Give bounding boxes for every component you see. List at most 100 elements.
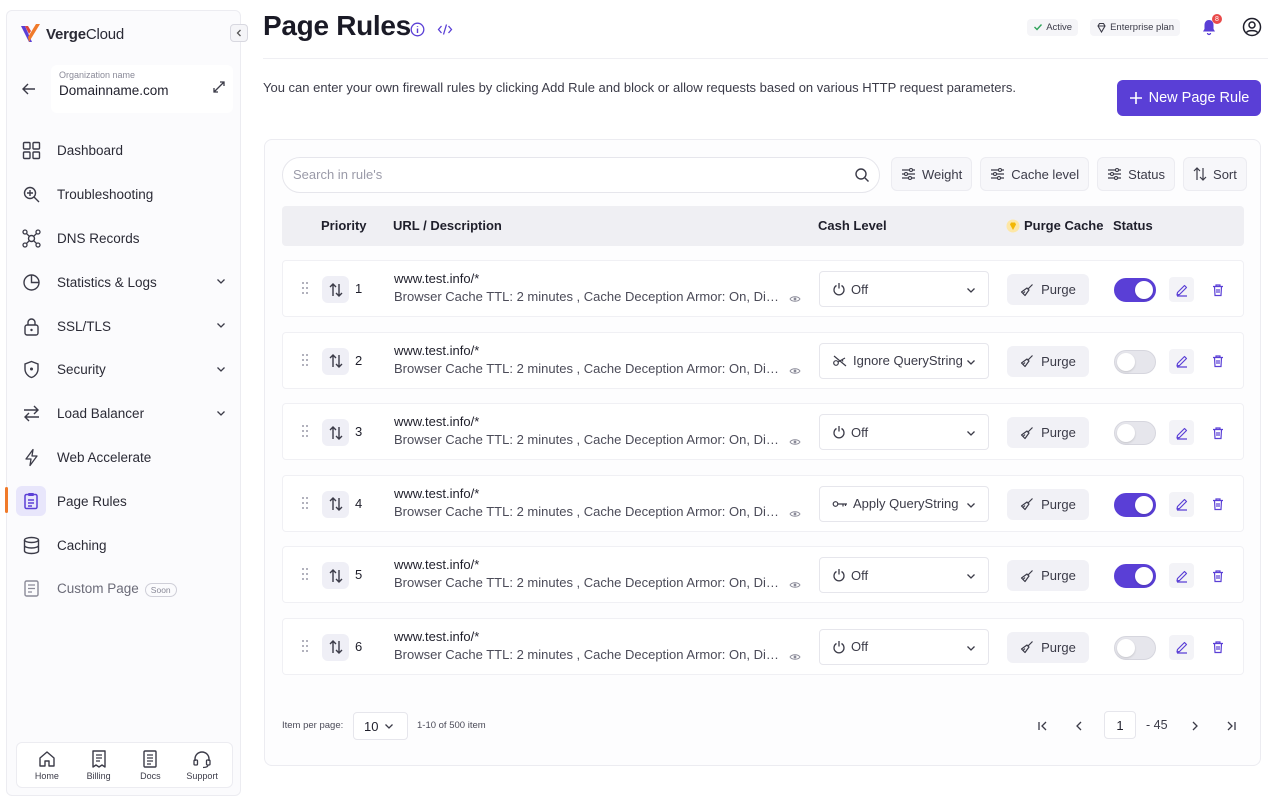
drag-handle-icon[interactable] <box>301 424 309 438</box>
edit-button[interactable] <box>1169 563 1194 588</box>
status-toggle[interactable] <box>1114 635 1156 660</box>
reorder-button[interactable] <box>322 490 349 518</box>
eye-icon[interactable] <box>789 295 801 303</box>
drag-handle-icon[interactable] <box>301 567 309 581</box>
purge-button[interactable]: Purge <box>1007 560 1089 591</box>
search-input[interactable] <box>293 167 833 182</box>
delete-button[interactable] <box>1205 635 1230 660</box>
last-page-button[interactable] <box>1219 714 1243 738</box>
sidebar-item-load-balancer[interactable]: Load Balancer <box>7 392 242 436</box>
sidebar-item-ssl-tls[interactable]: SSL/TLS <box>7 304 242 348</box>
drag-handle-icon[interactable] <box>301 639 309 653</box>
delete-button[interactable] <box>1205 563 1230 588</box>
eye-icon[interactable] <box>789 510 801 518</box>
column-cache-level[interactable]: Cash Level <box>818 218 887 233</box>
status-toggle[interactable] <box>1114 492 1156 517</box>
switch-organization-icon[interactable] <box>211 79 227 95</box>
search-box <box>282 157 880 193</box>
cache-level-select[interactable]: Off <box>819 628 989 665</box>
edit-button[interactable] <box>1169 348 1194 374</box>
purge-button[interactable]: Purge <box>1007 345 1089 377</box>
reorder-button[interactable] <box>322 347 349 375</box>
filter-cache-level-button[interactable]: Cache level <box>980 157 1090 191</box>
eye-icon[interactable] <box>789 581 801 589</box>
drag-handle-icon[interactable] <box>301 281 309 295</box>
back-button[interactable] <box>15 81 43 97</box>
brand-logo[interactable]: VergeCloud <box>19 22 124 46</box>
filter-weight-button[interactable]: Weight <box>891 157 973 191</box>
bottom-nav-support[interactable]: Support <box>177 749 227 781</box>
sidebar-item-dashboard[interactable]: Dashboard <box>7 129 242 173</box>
notifications-button[interactable]: 8 <box>1200 14 1222 36</box>
column-status[interactable]: Status <box>1113 218 1153 233</box>
sidebar-item-dns-records[interactable]: DNS Records <box>7 217 242 261</box>
column-url[interactable]: URL / Description <box>393 218 502 233</box>
reorder-button[interactable] <box>322 276 349 303</box>
purge-button[interactable]: Purge <box>1007 274 1089 305</box>
delete-button[interactable] <box>1205 420 1230 445</box>
bottom-nav-docs[interactable]: Docs <box>125 749 175 781</box>
column-purge-cache[interactable]: Purge Cache <box>1006 218 1103 233</box>
user-avatar[interactable] <box>1242 17 1262 37</box>
chevron-down-icon[interactable] <box>216 276 226 286</box>
code-icon[interactable] <box>437 22 453 37</box>
docs-icon <box>143 750 158 768</box>
eye-icon[interactable] <box>789 438 801 446</box>
status-toggle[interactable] <box>1114 421 1156 445</box>
next-page-button[interactable] <box>1183 714 1207 738</box>
cache-level-select[interactable]: Off <box>819 557 989 593</box>
bottom-nav-billing[interactable]: Billing <box>74 749 124 781</box>
previous-page-button[interactable] <box>1067 714 1091 738</box>
delete-button[interactable] <box>1205 492 1230 517</box>
filter-status-button[interactable]: Status <box>1097 157 1176 191</box>
check-icon <box>1034 24 1043 31</box>
bottom-nav-home[interactable]: Home <box>22 749 72 781</box>
eye-icon[interactable] <box>789 653 801 661</box>
chevron-down-icon[interactable] <box>216 364 226 374</box>
organization-box[interactable]: Organization name Domainname.com <box>51 65 233 113</box>
cache-level-select[interactable]: Apply QueryString <box>819 485 989 522</box>
sidebar-item-label: Security <box>57 362 106 378</box>
drag-handle-icon[interactable] <box>301 496 309 510</box>
search-icon[interactable] <box>854 167 870 183</box>
edit-button[interactable] <box>1169 277 1194 302</box>
purge-button[interactable]: Purge <box>1007 631 1089 663</box>
chevron-down-icon[interactable] <box>216 320 226 330</box>
sidebar-item-custom-page[interactable]: Custom Page Soon <box>7 567 242 611</box>
sidebar-item-statistics-logs[interactable]: Statistics & Logs <box>7 260 242 304</box>
status-toggle[interactable] <box>1114 349 1156 374</box>
edit-button[interactable] <box>1169 420 1194 445</box>
purge-button[interactable]: Purge <box>1007 488 1089 520</box>
sidebar-item-page-rules[interactable]: Page Rules <box>5 479 242 523</box>
sort-button[interactable]: Sort <box>1183 157 1247 191</box>
sidebar-item-security[interactable]: Security <box>7 348 242 392</box>
edit-button[interactable] <box>1169 634 1194 660</box>
info-icon[interactable] <box>410 22 425 37</box>
status-toggle[interactable] <box>1114 278 1156 302</box>
drag-handle-icon[interactable] <box>301 353 309 367</box>
collapse-sidebar-button[interactable] <box>230 24 248 42</box>
sidebar-item-web-accelerate[interactable]: Web Accelerate <box>7 436 242 480</box>
bottom-nav-label: Support <box>186 771 218 781</box>
delete-button[interactable] <box>1205 277 1230 302</box>
items-per-page-select[interactable]: 10 <box>353 712 408 740</box>
first-page-button[interactable] <box>1031 714 1055 738</box>
purge-button[interactable]: Purge <box>1007 417 1089 448</box>
new-page-rule-button[interactable]: New Page Rule <box>1117 80 1261 116</box>
delete-button[interactable] <box>1205 349 1230 374</box>
status-toggle[interactable] <box>1114 564 1156 588</box>
cache-level-select[interactable]: Ignore QueryString <box>819 342 989 379</box>
sidebar-item-caching[interactable]: Caching <box>7 523 242 567</box>
cache-level-select[interactable]: Off <box>819 271 989 307</box>
sidebar-item-troubleshooting[interactable]: Troubleshooting <box>7 173 242 217</box>
reorder-button[interactable] <box>322 419 349 446</box>
cache-level-select[interactable]: Off <box>819 414 989 450</box>
edit-button[interactable] <box>1169 491 1194 517</box>
page-number-input[interactable]: 1 <box>1104 711 1136 739</box>
column-priority[interactable]: Priority <box>321 218 367 233</box>
reorder-button[interactable] <box>322 633 349 661</box>
reorder-button[interactable] <box>322 562 349 589</box>
soon-badge: Soon <box>144 582 177 597</box>
eye-icon[interactable] <box>789 367 801 375</box>
chevron-down-icon[interactable] <box>216 408 226 418</box>
